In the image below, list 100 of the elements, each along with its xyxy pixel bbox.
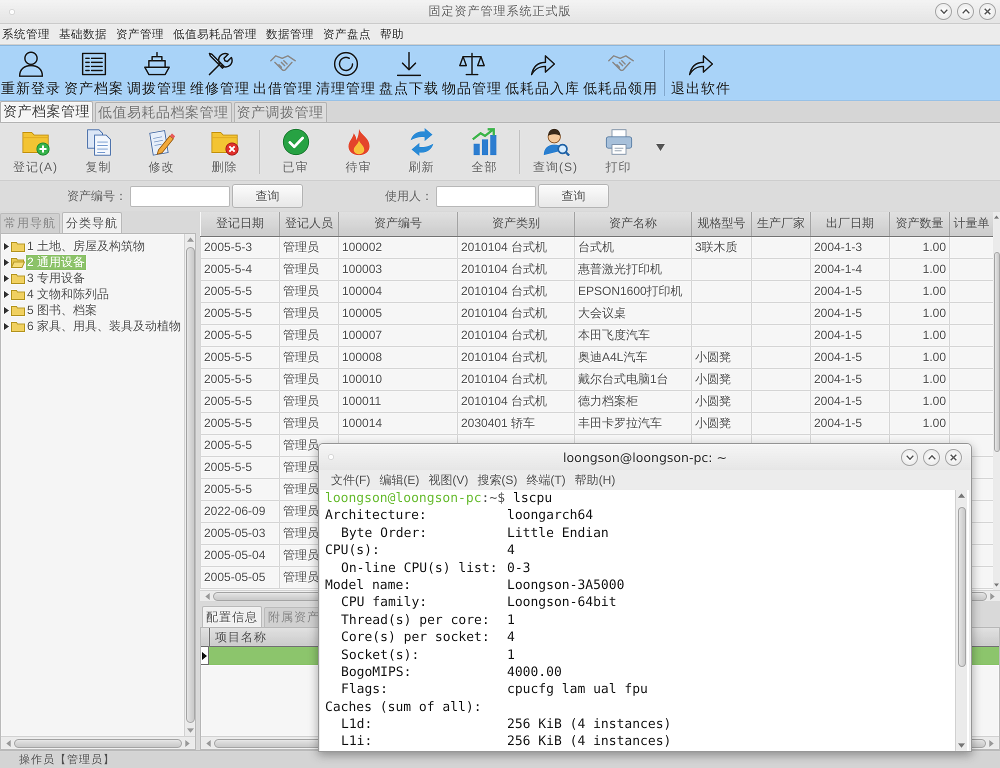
dropdown-arrow-icon[interactable]	[656, 144, 665, 151]
table-cell: 2004-1-3	[810, 236, 890, 258]
table-cell: 2010104 台式机	[458, 390, 574, 412]
toolbar-button[interactable]: 低耗品入库	[504, 50, 581, 96]
toolbar-button[interactable]: 打印	[587, 128, 650, 176]
menu-item[interactable]: 资产盘点	[323, 26, 371, 42]
column-header[interactable]: 计量单	[950, 212, 993, 236]
scroll-right-icon[interactable]	[185, 740, 190, 746]
horizontal-scrollbar[interactable]	[1, 736, 195, 749]
toolbar-button[interactable]: 复制	[67, 128, 130, 176]
scroll-down-icon[interactable]	[994, 583, 999, 587]
close-button[interactable]	[979, 3, 996, 20]
column-header[interactable]: 规格型号	[692, 212, 752, 236]
input-field[interactable]	[130, 186, 230, 206]
toolbar-button[interactable]: 出借管理	[252, 50, 314, 96]
table-cell: 100005	[338, 302, 458, 324]
toolbar-button[interactable]: 清理管理	[315, 50, 377, 96]
toolbar-button[interactable]: 重新登录	[0, 50, 62, 96]
search-button[interactable]: 查询	[232, 184, 303, 208]
tab[interactable]: 资产调拨管理	[234, 102, 326, 122]
column-header[interactable]: 登记人员	[280, 212, 338, 236]
scroll-down-icon[interactable]	[958, 743, 965, 748]
scrollbar-thumb[interactable]	[994, 252, 1000, 452]
vertical-scrollbar[interactable]	[955, 490, 967, 751]
tab[interactable]: 低值易耗品档案管理	[95, 102, 232, 122]
toolbar-button[interactable]: 刷新	[390, 128, 453, 176]
scroll-up-icon[interactable]	[958, 493, 965, 498]
collapsed-arrow-icon[interactable]	[4, 242, 9, 250]
search-button[interactable]: 查询	[538, 184, 609, 208]
scroll-down-icon[interactable]	[186, 728, 194, 733]
dot-icon	[328, 454, 334, 460]
scroll-left-icon[interactable]	[6, 740, 11, 746]
column-header[interactable]: 资产名称	[574, 212, 692, 236]
column-header[interactable]: 登记日期	[200, 212, 280, 236]
status-text: 操作员【管理员】	[19, 752, 115, 767]
column-header[interactable]: 生产厂家	[752, 212, 810, 236]
menu-item[interactable]: 资产管理	[116, 26, 164, 42]
menu-item[interactable]: 搜索(S)	[477, 472, 518, 488]
scroll-left-icon[interactable]	[206, 740, 211, 746]
column-header[interactable]: 项目名称	[210, 628, 315, 646]
collapsed-arrow-icon[interactable]	[4, 322, 9, 330]
toolbar-button[interactable]: 资产档案	[63, 50, 125, 96]
input-field[interactable]	[436, 186, 536, 206]
scroll-up-icon[interactable]	[994, 215, 999, 219]
scroll-right-icon[interactable]	[990, 592, 995, 600]
tab[interactable]: 分类导航	[62, 212, 122, 233]
tree-item[interactable]: 4 文物和陈列品	[26, 286, 110, 302]
maximize-button[interactable]	[957, 3, 974, 20]
collapsed-arrow-icon[interactable]	[4, 258, 9, 266]
tree-item[interactable]: 5 图书、档案	[26, 302, 98, 318]
menu-item[interactable]: 终端(T)	[526, 472, 566, 488]
menu-item[interactable]: 基础数据	[59, 26, 107, 42]
table-cell: 戴尔台式电脑1台	[574, 368, 692, 390]
toolbar-button[interactable]: 登记(A)	[4, 128, 67, 176]
column-header[interactable]: 出厂日期	[810, 212, 890, 236]
menu-item[interactable]: 帮助(H)	[574, 472, 616, 488]
toolbar-button[interactable]: 查询(S)	[524, 128, 587, 176]
tree-item[interactable]: 3 专用设备	[26, 270, 86, 286]
toolbar-button[interactable]: 维修管理	[189, 50, 251, 96]
collapsed-arrow-icon[interactable]	[4, 290, 9, 298]
maximize-button[interactable]	[923, 448, 940, 466]
scroll-up-icon[interactable]	[186, 237, 194, 242]
column-header[interactable]: 资产编号	[338, 212, 458, 236]
scroll-left-icon[interactable]	[205, 592, 210, 600]
output-value: Loongson-3A5000	[507, 576, 624, 594]
column-header[interactable]: 资产类别	[458, 212, 574, 236]
menu-item[interactable]: 帮助	[380, 26, 404, 42]
scroll-right-icon[interactable]	[989, 740, 994, 746]
toolbar-button[interactable]: 低耗品领用	[582, 50, 659, 96]
toolbar-button[interactable]: 已审	[264, 128, 327, 176]
scrollbar-thumb[interactable]	[186, 247, 194, 723]
menu-item[interactable]: 系统管理	[2, 26, 50, 42]
vertical-scrollbar[interactable]	[184, 234, 195, 736]
toolbar-button[interactable]: 修改	[130, 128, 193, 176]
collapsed-arrow-icon[interactable]	[4, 274, 9, 282]
table-cell: 1.00	[890, 302, 950, 324]
toolbar-button[interactable]: 全部	[453, 128, 516, 176]
menu-item[interactable]: 数据管理	[266, 26, 314, 42]
table-cell: 管理员	[280, 236, 338, 258]
minimize-button[interactable]	[901, 448, 918, 466]
collapsed-arrow-icon[interactable]	[4, 306, 9, 314]
toolbar-button[interactable]: 调拨管理	[126, 50, 188, 96]
tab[interactable]: 配置信息	[202, 606, 262, 627]
minimize-button[interactable]	[935, 3, 952, 20]
toolbar-button[interactable]: 盘点下载	[378, 50, 440, 96]
vertical-scrollbar[interactable]	[993, 212, 1000, 590]
toolbar-button[interactable]: 退出软件	[670, 50, 732, 96]
tree-item[interactable]: 6 家具、用具、装具及动植物	[26, 318, 182, 334]
menu-item[interactable]: 低值易耗品管理	[173, 26, 257, 42]
menu-item[interactable]: 编辑(E)	[379, 472, 420, 488]
tree-item[interactable]: 1 土地、房屋及构筑物	[26, 238, 146, 254]
column-header[interactable]: 资产数量	[890, 212, 950, 236]
tab[interactable]: 资产档案管理	[0, 101, 93, 122]
toolbar-button[interactable]: 待审	[327, 128, 390, 176]
scrollbar-thumb[interactable]	[958, 507, 966, 667]
toolbar-button[interactable]: 删除	[193, 128, 256, 176]
scrollbar-thumb[interactable]	[14, 738, 182, 748]
menu-item[interactable]: 视图(V)	[428, 472, 468, 488]
toolbar-button[interactable]: 物品管理	[441, 50, 503, 96]
close-button[interactable]	[945, 448, 962, 466]
